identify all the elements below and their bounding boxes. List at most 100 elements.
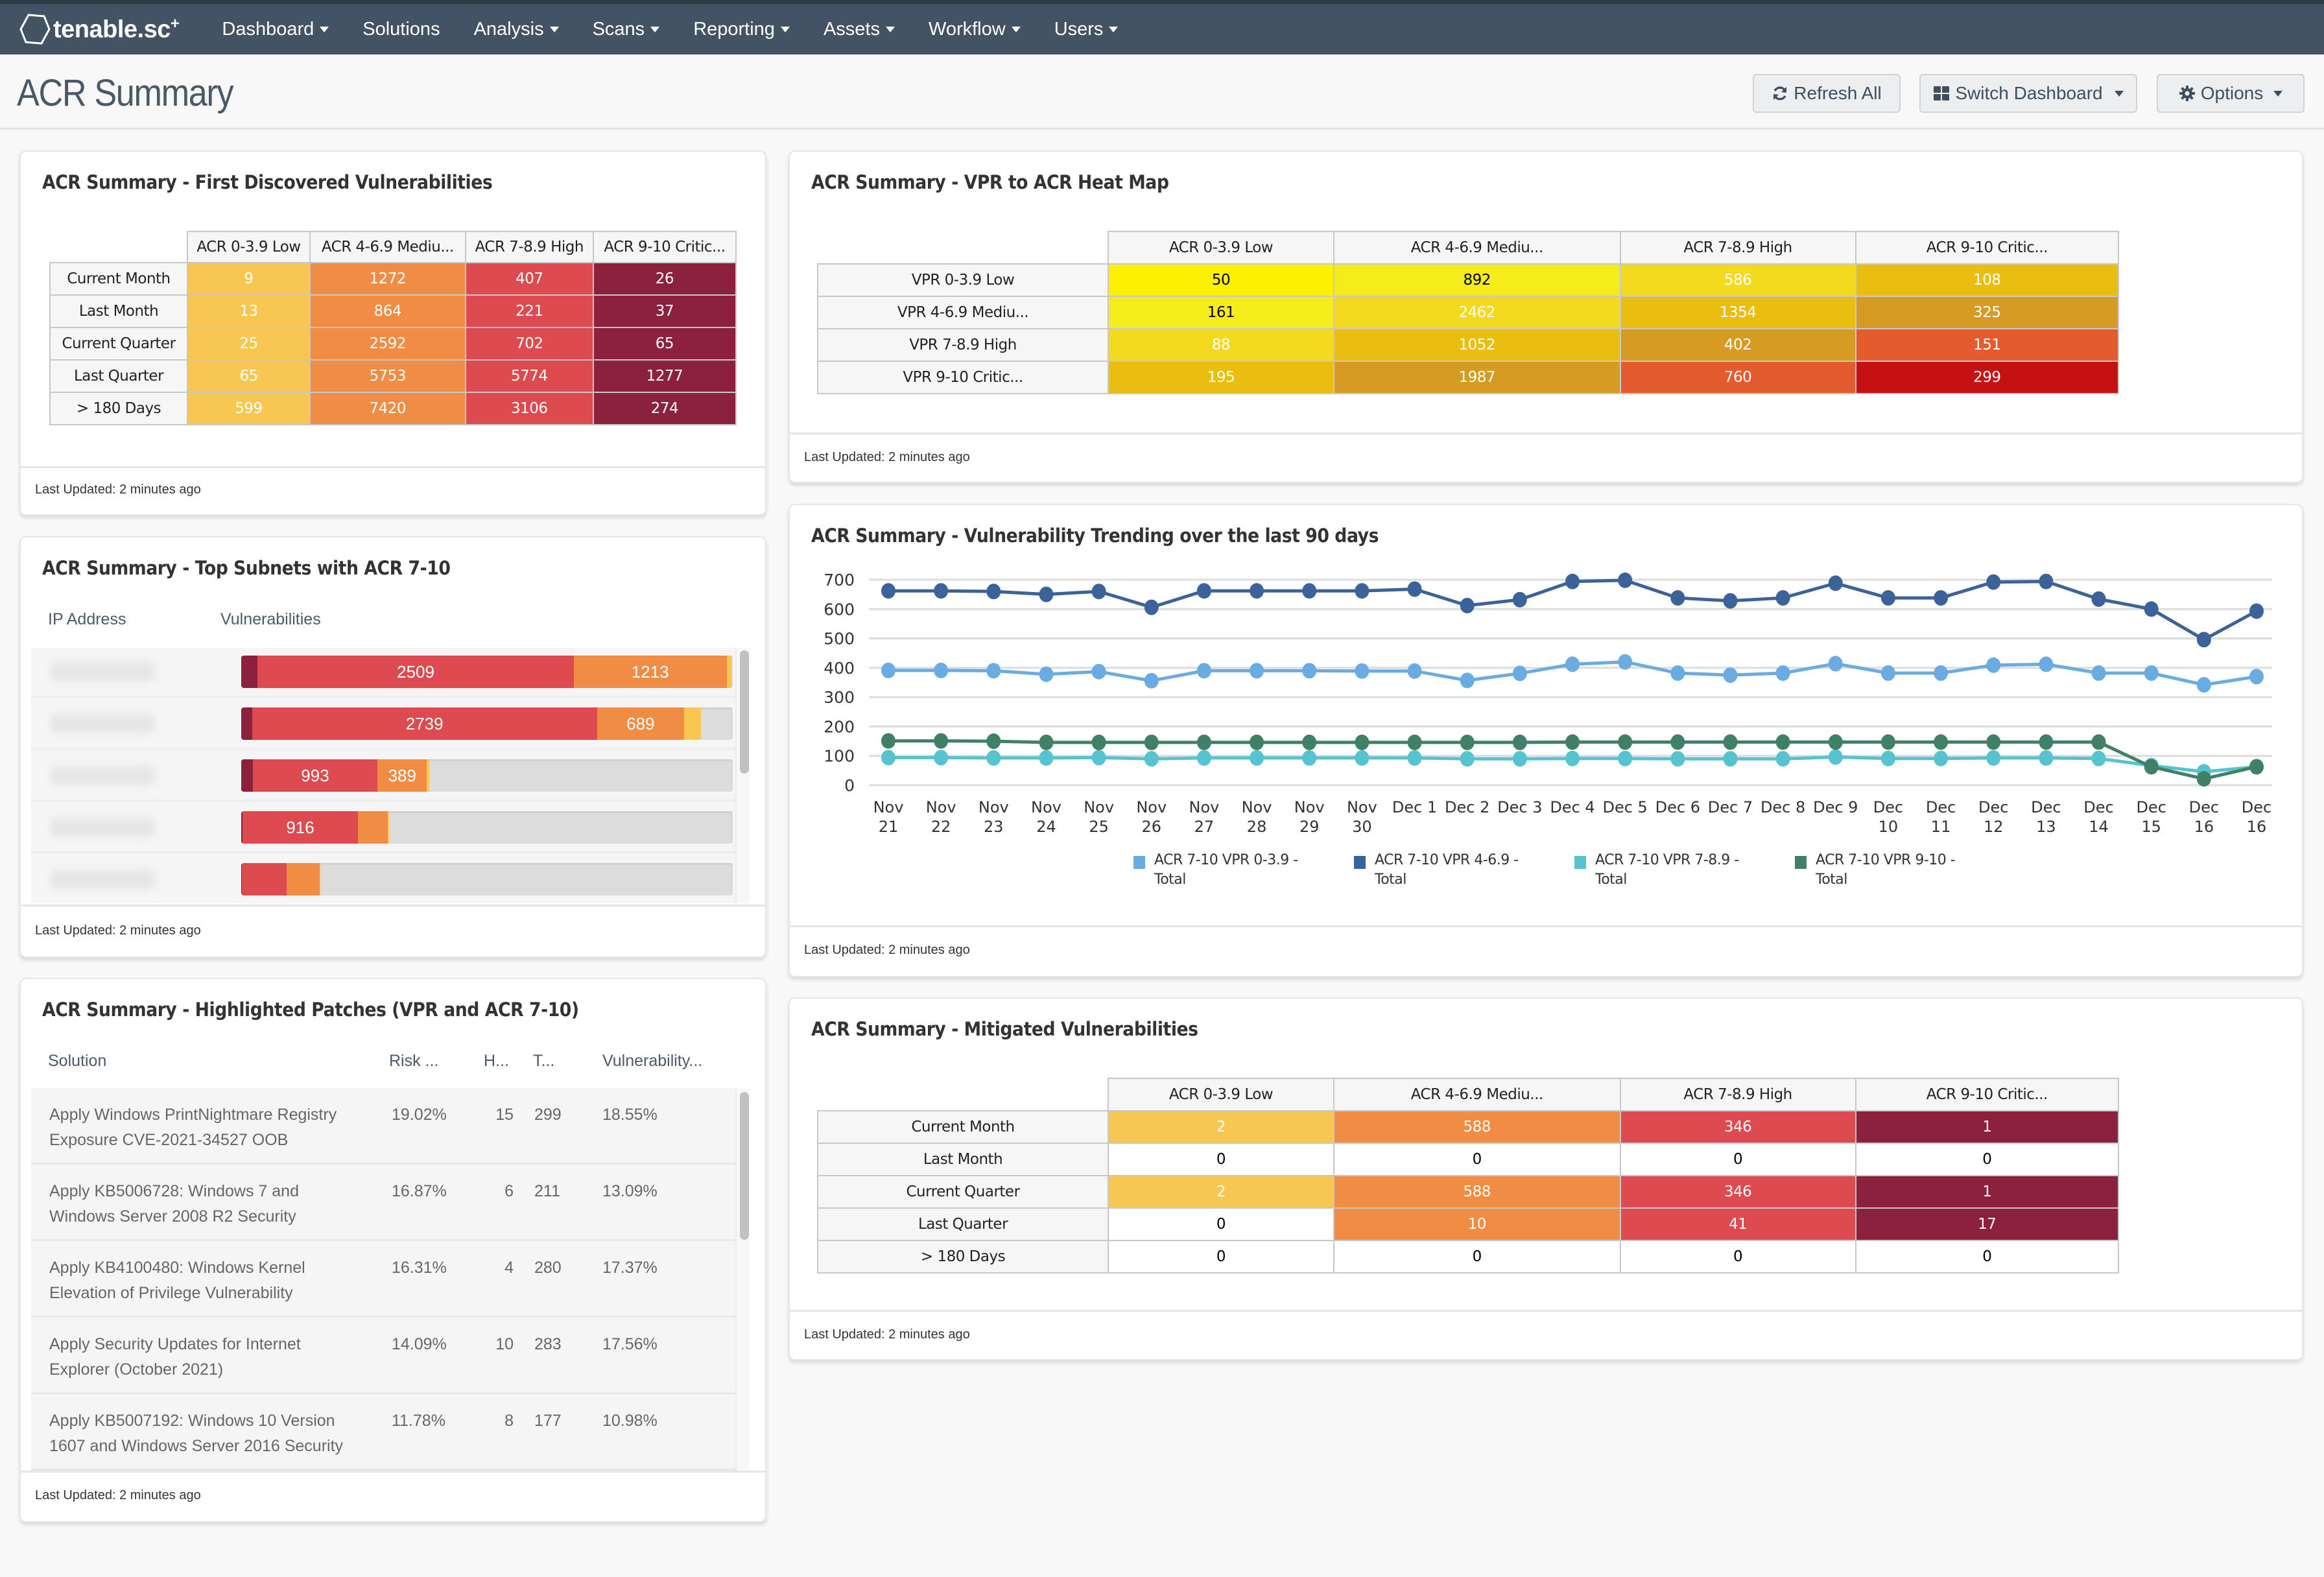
data-point[interactable] — [1828, 749, 1843, 765]
subnet-row[interactable]: 993 389 — [31, 752, 744, 801]
bar-segment-high[interactable]: 2739 — [252, 707, 597, 740]
data-point[interactable] — [2249, 603, 2264, 619]
data-point[interactable] — [1144, 672, 1159, 689]
bar-segment-critical[interactable] — [241, 656, 258, 688]
column-header-ip[interactable]: IP Address — [48, 610, 126, 629]
matrix-cell[interactable]: 3106 — [464, 392, 594, 425]
data-point[interactable] — [986, 584, 1001, 600]
bar-segment-medium[interactable] — [286, 863, 320, 895]
vulnerability-stacked-bar[interactable] — [241, 863, 733, 895]
data-point[interactable] — [1144, 734, 1159, 750]
data-point[interactable] — [1775, 734, 1790, 750]
matrix-cell[interactable]: 161 — [1108, 296, 1334, 329]
tenable-logo[interactable]: tenable.sc+ — [19, 12, 180, 46]
data-point[interactable] — [2091, 591, 2106, 607]
matrix-cell[interactable]: 1354 — [1619, 296, 1856, 329]
data-point[interactable] — [1407, 734, 1422, 750]
subnet-row[interactable] — [31, 855, 744, 903]
matrix-cell[interactable]: 0 — [1619, 1143, 1856, 1176]
nav-workflow[interactable]: Workflow — [929, 19, 1021, 40]
bar-segment-medium[interactable] — [358, 811, 388, 844]
data-point[interactable] — [2091, 665, 2106, 682]
data-point[interactable] — [986, 733, 1001, 750]
matrix-cell[interactable]: 702 — [464, 327, 594, 361]
subnet-row[interactable]: 916 — [31, 803, 744, 853]
data-point[interactable] — [1986, 750, 2001, 766]
data-point[interactable] — [1407, 663, 1422, 679]
subnet-row[interactable]: 2739 689 — [31, 700, 744, 750]
data-point[interactable] — [1512, 751, 1527, 767]
data-point[interactable] — [1670, 665, 1685, 682]
data-point[interactable] — [1618, 572, 1633, 588]
bar-segment-medium[interactable]: 389 — [377, 759, 427, 792]
matrix-cell[interactable]: 88 — [1108, 328, 1334, 362]
data-point[interactable] — [1091, 734, 1106, 750]
data-point[interactable] — [1512, 734, 1527, 750]
data-point[interactable] — [1407, 581, 1422, 597]
matrix-cell[interactable]: 892 — [1333, 263, 1621, 297]
data-point[interactable] — [1196, 663, 1211, 679]
nav-solutions[interactable]: Solutions — [362, 19, 440, 40]
patch-row[interactable]: Apply Security Updates for Internet Expl… — [31, 1318, 744, 1394]
data-point[interactable] — [1039, 666, 1054, 682]
data-point[interactable] — [2249, 669, 2264, 685]
data-point[interactable] — [1670, 734, 1685, 750]
data-point[interactable] — [1775, 590, 1790, 606]
data-point[interactable] — [1618, 654, 1633, 670]
data-point[interactable] — [1250, 750, 1264, 766]
vulnerability-stacked-bar[interactable]: 2509 1213 — [241, 656, 733, 688]
matrix-cell[interactable]: 41 — [1619, 1207, 1856, 1241]
bar-segment-low[interactable] — [387, 811, 389, 844]
data-point[interactable] — [1039, 750, 1054, 766]
vulnerability-stacked-bar[interactable]: 2739 689 — [241, 707, 733, 740]
matrix-cell[interactable]: 5774 — [464, 359, 594, 393]
data-point[interactable] — [1565, 573, 1580, 589]
data-point[interactable] — [2144, 601, 2159, 617]
data-point[interactable] — [1723, 734, 1738, 750]
data-point[interactable] — [881, 750, 895, 766]
column-header-total[interactable]: T... — [533, 1052, 554, 1071]
matrix-cell[interactable]: 0 — [1333, 1240, 1621, 1274]
data-point[interactable] — [986, 663, 1001, 679]
data-point[interactable] — [1355, 583, 1370, 599]
data-point[interactable] — [1670, 751, 1685, 767]
data-point[interactable] — [2144, 665, 2159, 682]
data-point[interactable] — [1934, 734, 1949, 750]
data-point[interactable] — [1196, 750, 1211, 766]
matrix-cell[interactable]: 2462 — [1333, 296, 1621, 329]
column-header-solution[interactable]: Solution — [48, 1052, 106, 1071]
data-point[interactable] — [1618, 750, 1633, 766]
data-point[interactable] — [1775, 751, 1790, 767]
nav-dashboard[interactable]: Dashboard — [222, 19, 329, 40]
bar-segment-low[interactable] — [427, 759, 429, 792]
bar-segment-critical[interactable] — [241, 707, 252, 740]
matrix-cell[interactable]: 195 — [1108, 361, 1334, 394]
data-point[interactable] — [1934, 750, 1949, 766]
data-point[interactable] — [2196, 771, 2211, 787]
data-point[interactable] — [1934, 665, 1949, 682]
bar-segment-high[interactable]: 2509 — [257, 656, 574, 688]
data-point[interactable] — [2249, 759, 2264, 775]
data-point[interactable] — [1723, 593, 1738, 609]
data-point[interactable] — [2039, 734, 2054, 750]
data-point[interactable] — [881, 583, 895, 599]
matrix-cell[interactable]: 25 — [187, 327, 311, 361]
refresh-all-button[interactable]: Refresh All — [1753, 74, 1901, 113]
data-point[interactable] — [1355, 663, 1370, 679]
matrix-cell[interactable]: 1277 — [592, 359, 737, 393]
data-point[interactable] — [1039, 734, 1054, 750]
data-point[interactable] — [1091, 584, 1106, 600]
data-point[interactable] — [2196, 677, 2211, 693]
matrix-cell[interactable]: 402 — [1619, 328, 1856, 362]
data-point[interactable] — [1880, 750, 1895, 766]
data-point[interactable] — [1723, 667, 1738, 683]
matrix-cell[interactable]: 407 — [464, 262, 594, 296]
data-point[interactable] — [1986, 657, 2001, 673]
data-point[interactable] — [1618, 734, 1633, 750]
data-point[interactable] — [1934, 590, 1949, 606]
matrix-cell[interactable]: 586 — [1619, 263, 1856, 297]
matrix-cell[interactable]: 221 — [464, 294, 594, 328]
matrix-cell[interactable]: 274 — [592, 392, 737, 425]
matrix-cell[interactable]: 2 — [1108, 1175, 1334, 1209]
data-point[interactable] — [1565, 734, 1580, 750]
